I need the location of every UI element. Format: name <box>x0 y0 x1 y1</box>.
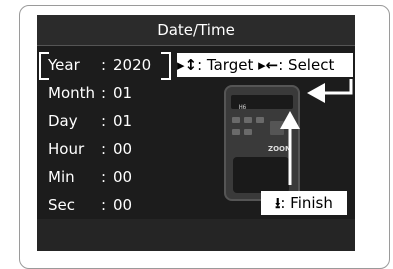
bottom-bar <box>37 219 355 251</box>
callout-arrows <box>280 79 353 185</box>
hint-target-select: ▸↕: Target ▸←: Select <box>177 53 353 77</box>
lcd-screen: Date/Time Year : 2020 Month : 01 Day : 0… <box>37 15 355 251</box>
target-label: : Target <box>197 56 254 74</box>
select-label: : Select <box>278 56 335 74</box>
finish-label: : Finish <box>280 194 333 212</box>
select-icon: ▸← <box>258 56 279 74</box>
target-icon: ▸↕ <box>177 56 198 74</box>
hint-finish: ⭳: Finish <box>261 191 347 215</box>
